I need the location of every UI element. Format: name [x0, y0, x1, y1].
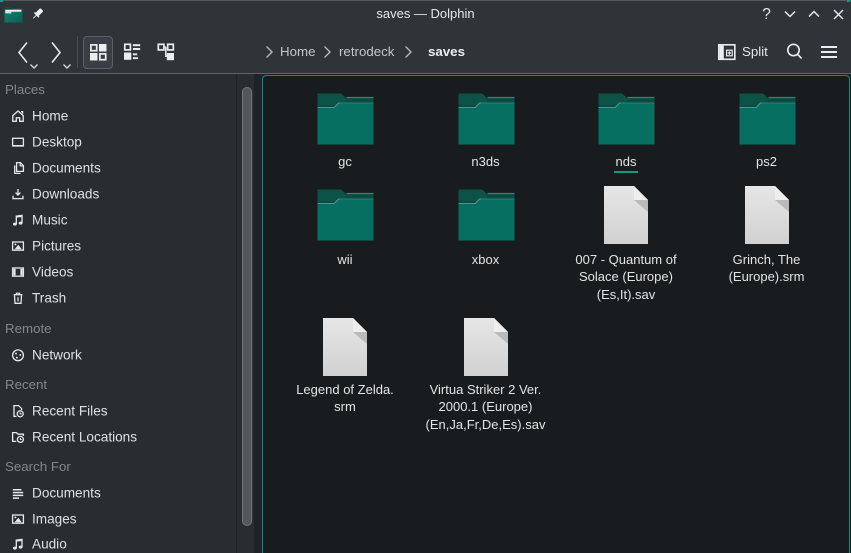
svg-text:?: ? — [762, 6, 771, 23]
